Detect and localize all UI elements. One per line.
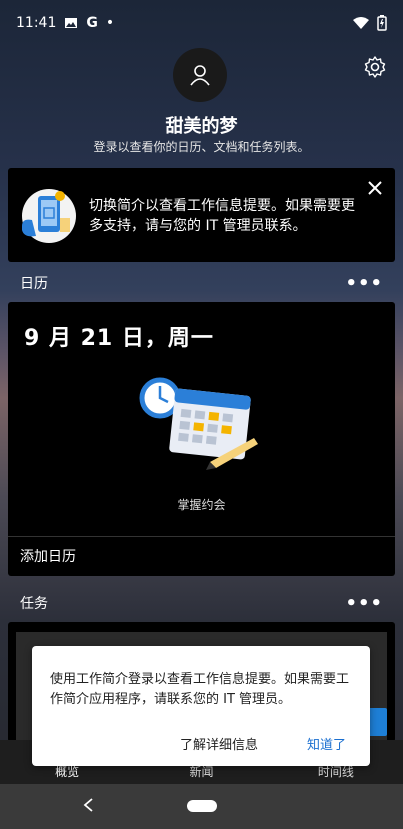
profile-subtitle[interactable]: 登录以查看你的日历、文档和任务列表。 [0,138,403,155]
tasks-more-button[interactable]: ••• [345,593,383,614]
image-icon [65,18,78,28]
divider [8,536,395,537]
banner-message: 切换简介以查看工作信息提要。如果需要更多支持，请与您的 IT 管理员联系。 [89,198,355,234]
gear-icon[interactable] [363,55,387,79]
notification-dot: • [105,15,115,31]
learn-more-button[interactable]: 了解详细信息 [180,734,258,753]
home-pill-icon[interactable] [187,800,217,812]
clock: 11:41 [16,15,57,31]
got-it-button[interactable]: 知道了 [307,734,346,753]
user-icon [190,65,210,86]
back-triangle-icon[interactable] [80,796,96,814]
calendar-card: 9 月 21 日，周一 掌握约会 添加日历 [8,302,395,576]
calendar-section-title: 日历 [20,276,48,292]
google-icon: G [86,15,98,31]
calendar-section-header: 日历 ••• [8,268,395,298]
wifi-icon [353,17,369,29]
calendar-illustration [139,377,258,470]
calendar-date: 9 月 21 日，周一 [24,326,214,351]
add-calendar-button[interactable]: 添加日历 [20,546,76,566]
work-profile-banner: 切换简介以查看工作信息提要。如果需要更多支持，请与您的 IT 管理员联系。 [8,168,395,262]
calendar-more-button[interactable]: ••• [345,273,383,294]
work-profile-illustration [22,189,76,243]
status-bar: 11:41 G • [0,0,403,46]
profile-name: 甜美的梦 [165,116,238,137]
calendar-caption: 掌握约会 [177,498,226,512]
close-icon[interactable] [365,178,385,198]
dialog-message: 使用工作简介登录以查看工作信息提要。如果需要工作简介应用程序，请联系您的 IT … [50,672,350,707]
tasks-section-header: 任务 ••• [8,588,395,618]
work-profile-dialog: 使用工作简介登录以查看工作信息提要。如果需要工作简介应用程序，请联系您的 IT … [32,646,370,766]
avatar[interactable] [173,48,227,102]
tasks-section-title: 任务 [20,596,48,612]
system-navigation-bar [0,784,403,829]
battery-icon [377,15,387,31]
